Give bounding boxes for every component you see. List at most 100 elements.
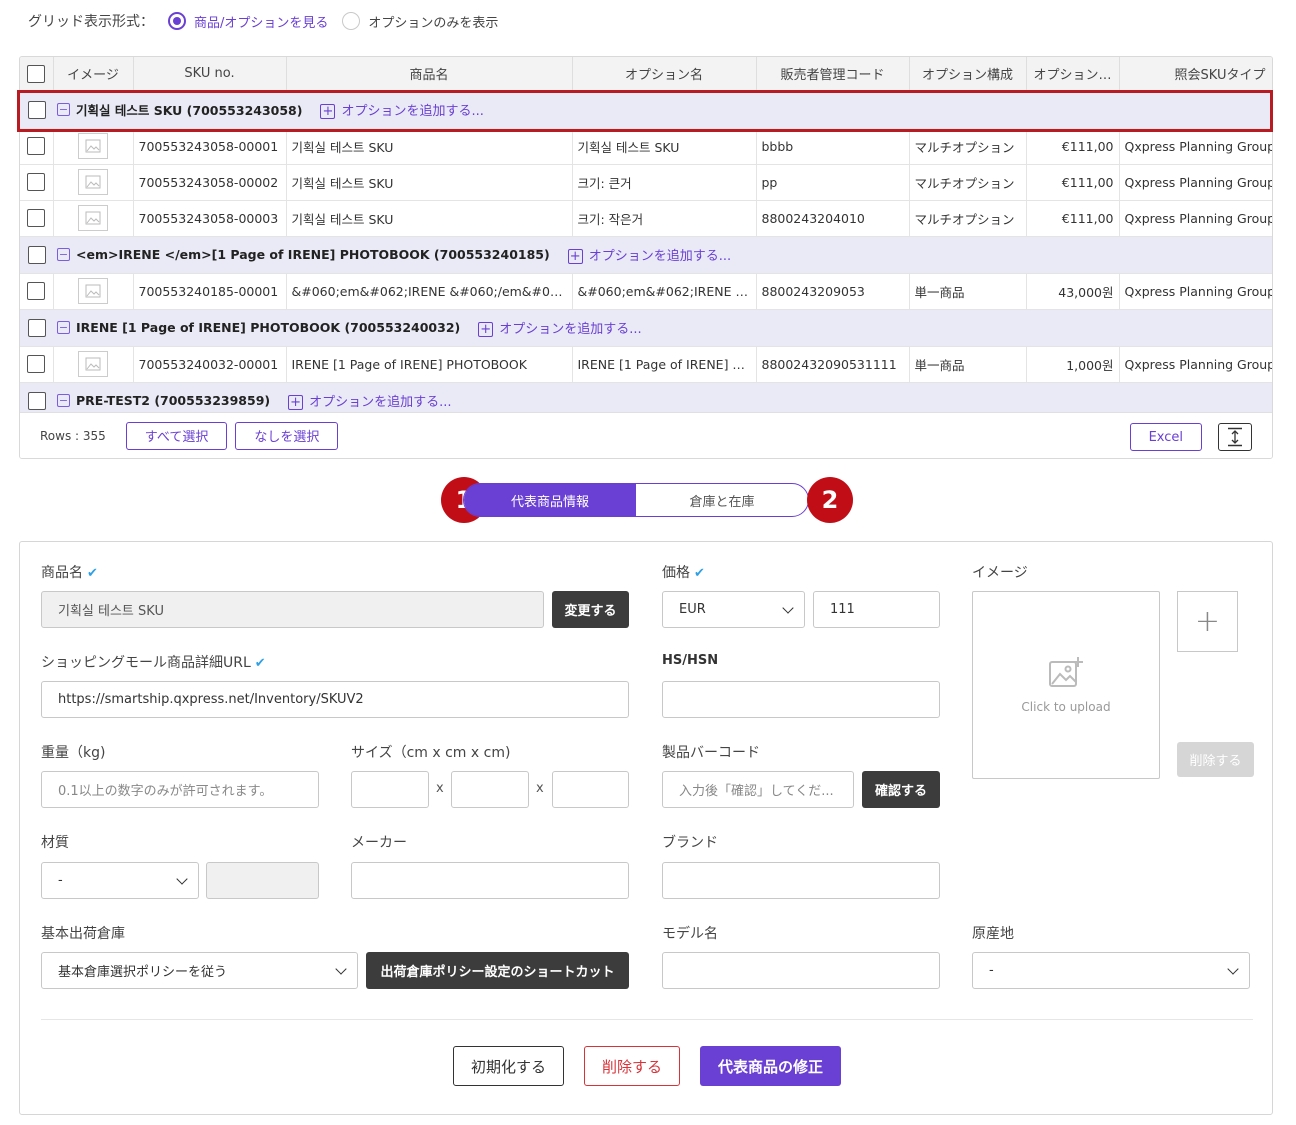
cell-seller-code: 8800243204010: [756, 200, 910, 237]
barcode-input[interactable]: 入力後「確認」してくだ...: [662, 771, 854, 808]
image-placeholder-icon: [85, 357, 101, 371]
chevron-down-icon: [782, 601, 794, 614]
excel-button[interactable]: Excel: [1129, 423, 1202, 451]
column-header-seller-code[interactable]: 販売者管理コード: [756, 57, 910, 92]
row-checkbox[interactable]: [20, 346, 54, 383]
product-name-input[interactable]: 기획실 테스트 SKU: [41, 591, 544, 628]
cell-seller-code: bbbb: [756, 128, 910, 165]
cell-sku-type: Qxpress Planning Group 2: [1119, 128, 1272, 165]
change-product-name-button[interactable]: 変更する: [552, 591, 629, 628]
cell-sku-type: Qxpress Planning Group 2: [1119, 346, 1272, 383]
group-row: − IRENE [1 Page of IRENE] PHOTOBOOK (7005…: [20, 309, 1272, 347]
table-row[interactable]: 700553240032-00001 IRENE [1 Page of IRENE…: [20, 346, 1272, 383]
model-input[interactable]: [662, 952, 940, 989]
material-select[interactable]: -: [41, 862, 199, 899]
add-option-link[interactable]: + オプションを追加する...: [320, 100, 484, 119]
add-option-link[interactable]: + オプションを追加する...: [288, 391, 452, 410]
price-input[interactable]: 111: [813, 591, 940, 628]
product-form: 商品名 ✔ 기획실 테스트 SKU 変更する 価格 ✔ EUR 111 イメージ C…: [19, 541, 1273, 1115]
add-option-label: オプションを追加する...: [588, 249, 732, 264]
warehouse-select[interactable]: 基本倉庫選択ポリシーを従う: [41, 952, 358, 989]
row-checkbox[interactable]: [20, 164, 54, 201]
radio-product-option[interactable]: 商品/オプションを見る: [168, 12, 328, 31]
url-input[interactable]: https://smartship.qxpress.net/Inventory/…: [41, 681, 629, 718]
size-separator: x: [536, 781, 544, 796]
cell-sku: 700553243058-00003: [133, 200, 287, 237]
cell-product-name: &#060;em&#062;IRENE &#060;/em&#062;[1 Pa…: [286, 273, 573, 310]
table-header-row: イメージ SKU no. 商品名 オプション名 販売者管理コード オプション構成…: [20, 57, 1272, 92]
radio-label: オプションのみを表示: [368, 15, 499, 31]
column-header-option-name[interactable]: オプション名: [572, 57, 757, 92]
radio-option-only[interactable]: オプションのみを表示: [342, 12, 498, 31]
collapse-icon[interactable]: −: [57, 103, 70, 116]
barcode-label: 製品バーコード: [662, 745, 760, 761]
column-header-product-name[interactable]: 商品名: [286, 57, 573, 92]
row-checkbox[interactable]: [20, 273, 54, 310]
collapse-icon[interactable]: −: [57, 394, 70, 407]
add-option-link[interactable]: + オプションを追加する...: [567, 245, 732, 264]
group-checkbox[interactable]: [20, 236, 53, 274]
select-all-button[interactable]: すべて選択: [125, 421, 228, 450]
delete-button[interactable]: 削除する: [584, 1046, 680, 1086]
origin-select[interactable]: -: [972, 952, 1250, 989]
add-option-label: オプションを追加する...: [309, 395, 452, 410]
image-cell: [53, 346, 134, 383]
image-upload-area[interactable]: Click to upload: [972, 591, 1160, 779]
warehouse-policy-shortcut-button[interactable]: 出荷倉庫ポリシー設定のショートカット: [366, 952, 629, 989]
size-length-input[interactable]: [351, 771, 429, 808]
cell-product-name: 기획실 테스트 SKU: [286, 200, 573, 237]
cell-seller-code: pp: [756, 164, 910, 201]
hs-input[interactable]: [662, 681, 940, 718]
sku-grid: イメージ SKU no. 商品名 オプション名 販売者管理コード オプション構成…: [19, 56, 1273, 459]
table-row[interactable]: 700553243058-00002 기획실 테스트 SKU 크기: 큰거 pp マルチ…: [20, 164, 1272, 201]
delete-image-button[interactable]: 削除する: [1177, 742, 1254, 777]
cell-option-name: 크기: 작은거: [572, 200, 757, 237]
column-header-image[interactable]: イメージ: [53, 57, 134, 92]
maker-input[interactable]: [351, 862, 629, 899]
price-label: 価格 ✔: [662, 565, 705, 581]
upload-text: Click to upload: [1021, 700, 1111, 714]
collapse-icon[interactable]: −: [57, 321, 70, 334]
table-row[interactable]: 700553243058-00001 기획실 테스트 SKU 기획실 테스트 SKU…: [20, 128, 1272, 165]
column-header-sku[interactable]: SKU no.: [133, 57, 287, 92]
table-row[interactable]: 700553240185-00001 &#060;em&#062;IRENE &#…: [20, 273, 1272, 310]
size-height-input[interactable]: [552, 771, 629, 808]
product-name-label: 商品名 ✔: [41, 565, 98, 581]
collapse-icon[interactable]: −: [57, 248, 70, 261]
select-none-button[interactable]: なしを選択: [235, 421, 339, 450]
hs-label: HS/HSN: [662, 653, 719, 668]
group-checkbox[interactable]: [20, 91, 53, 129]
row-checkbox[interactable]: [20, 128, 54, 165]
url-label: ショッピングモール商品詳細URL ✔: [41, 655, 266, 671]
warehouse-label: 基本出荷倉庫: [41, 926, 125, 942]
row-checkbox[interactable]: [20, 200, 54, 237]
tab-representative-info[interactable]: 代表商品情報: [464, 484, 636, 516]
add-icon: +: [288, 394, 304, 410]
currency-select[interactable]: EUR: [662, 591, 805, 628]
add-option-link[interactable]: + オプションを追加する...: [478, 318, 642, 337]
detail-tabs: 代表商品情報 倉庫と在庫: [463, 483, 809, 517]
add-image-icon: [1049, 657, 1083, 687]
add-option-label: オプションを追加する...: [341, 104, 484, 119]
table-row[interactable]: 700553243058-00003 기획실 테스트 SKU 크기: 작은거 8800…: [20, 200, 1272, 237]
modify-representative-button[interactable]: 代表商品の修正: [700, 1046, 841, 1086]
brand-input[interactable]: [662, 862, 940, 899]
column-header-sku-type[interactable]: 照会SKUタイプ: [1119, 57, 1272, 92]
reset-button[interactable]: 初期化する: [453, 1046, 564, 1086]
check-icon: ✔: [87, 566, 98, 581]
header-select-all-checkbox[interactable]: [20, 57, 54, 92]
image-cell: [53, 164, 134, 201]
step-marker-2: 2: [807, 477, 853, 523]
expand-grid-button[interactable]: [1218, 423, 1252, 451]
column-header-option-price[interactable]: オプション…: [1026, 57, 1120, 92]
chevron-down-icon: [1227, 962, 1239, 975]
weight-input[interactable]: 0.1以上の数字のみが許可されます。: [41, 771, 319, 808]
column-header-option-config[interactable]: オプション構成: [909, 57, 1027, 92]
plus-icon: +: [1194, 604, 1221, 639]
grid-footer: Rows : 355 すべて選択 なしを選択 Excel: [20, 412, 1272, 458]
barcode-confirm-button[interactable]: 確認する: [862, 771, 940, 808]
group-checkbox[interactable]: [20, 309, 53, 347]
tab-warehouse-stock[interactable]: 倉庫と在庫: [636, 484, 808, 516]
add-image-button[interactable]: +: [1177, 591, 1238, 652]
size-width-input[interactable]: [451, 771, 529, 808]
